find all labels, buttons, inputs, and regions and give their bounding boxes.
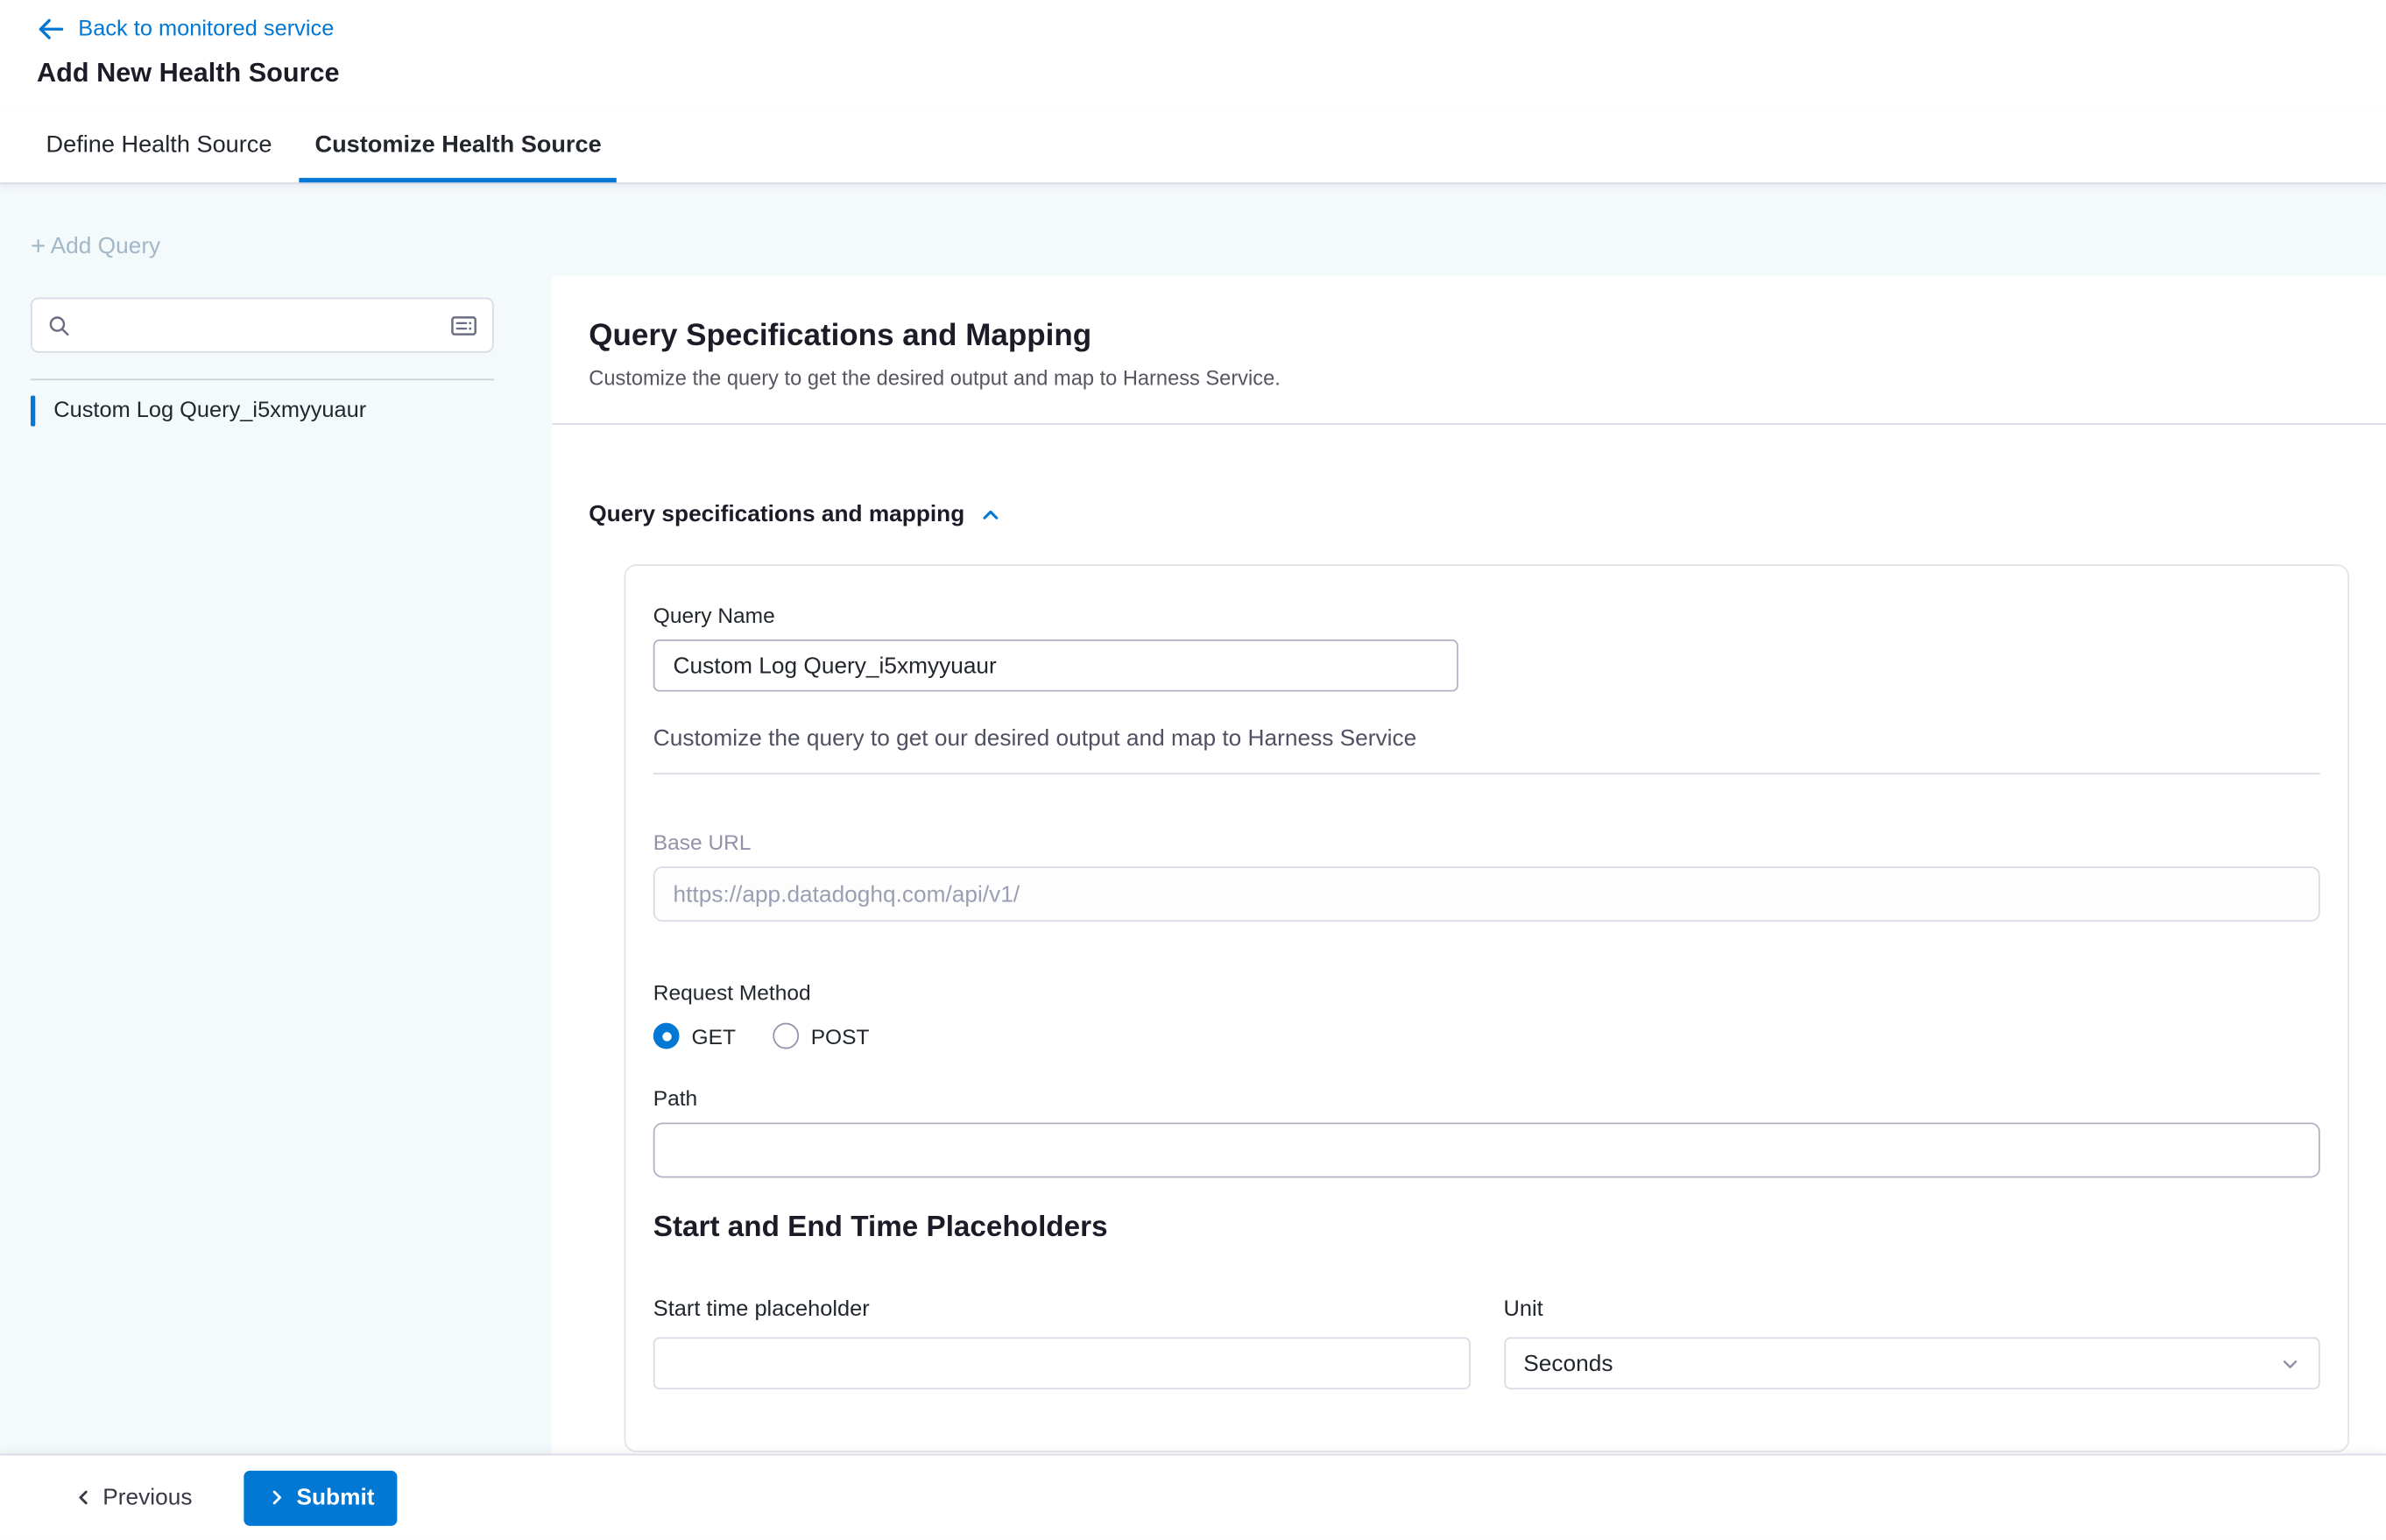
request-method-label: Request Method: [653, 980, 2320, 1005]
form-divider: [653, 773, 2320, 774]
back-nav[interactable]: Back to monitored service: [37, 16, 2349, 44]
query-name-label: Query Name: [653, 603, 2320, 627]
tab-customize-health-source[interactable]: Customize Health Source: [314, 108, 601, 183]
wizard-footer: Previous Submit: [0, 1454, 2386, 1540]
query-sidebar: + Add Query: [0, 184, 552, 1454]
back-to-monitored-service-link[interactable]: Back to monitored service: [78, 17, 334, 41]
unit-select[interactable]: Seconds: [1504, 1338, 2320, 1390]
panel-header: Query Specifications and Mapping Customi…: [552, 276, 2386, 425]
query-list-item-label: Custom Log Query_i5xmyyuaur: [53, 399, 366, 423]
tab-bar: Define Health Source Customize Health So…: [0, 108, 2386, 185]
submit-button-label: Submit: [297, 1485, 375, 1511]
query-name-input[interactable]: [653, 639, 1458, 692]
section-toggle-query-specifications[interactable]: Query specifications and mapping: [589, 501, 2349, 527]
previous-button-label: Previous: [102, 1485, 192, 1511]
path-input[interactable]: [653, 1122, 2320, 1177]
tab-define-health-source[interactable]: Define Health Source: [46, 108, 272, 183]
radio-option-get[interactable]: GET: [653, 1023, 736, 1049]
submit-button[interactable]: Submit: [244, 1470, 398, 1525]
chevron-left-icon: [74, 1487, 94, 1508]
content-area: + Add Query: [0, 184, 2386, 1454]
search-icon: [47, 314, 70, 336]
radio-post-label: POST: [811, 1024, 870, 1049]
query-list-divider: [31, 378, 494, 380]
start-time-label: Start time placeholder: [653, 1297, 1470, 1322]
query-name-help-text: Customize the query to get our desired o…: [653, 725, 2320, 752]
app-window: Back to monitored service Add New Health…: [0, 0, 2386, 1540]
panel-body: Query specifications and mapping Query N…: [552, 425, 2386, 1452]
radio-option-post[interactable]: POST: [773, 1023, 870, 1049]
main-panel: Query Specifications and Mapping Customi…: [552, 276, 2386, 1453]
chevron-down-icon: [2280, 1353, 2300, 1374]
section-toggle-label: Query specifications and mapping: [589, 501, 964, 527]
radio-get-label: GET: [692, 1024, 736, 1049]
chevron-up-icon: [980, 504, 1002, 526]
chevron-right-icon: [267, 1487, 287, 1508]
radio-post-icon[interactable]: [773, 1023, 799, 1049]
unit-select-value: Seconds: [1523, 1350, 1613, 1376]
arrow-left-icon[interactable]: [37, 16, 65, 44]
start-time-input[interactable]: [653, 1338, 1470, 1390]
add-query-button[interactable]: + Add Query: [31, 233, 494, 259]
plus-icon: +: [31, 235, 46, 258]
page-title: Add New Health Source: [37, 57, 2349, 89]
query-list-item[interactable]: Custom Log Query_i5xmyyuaur: [31, 391, 494, 431]
page-header: Back to monitored service Add New Health…: [0, 0, 2386, 108]
previous-button[interactable]: Previous: [74, 1485, 192, 1511]
add-query-label: Add Query: [51, 233, 161, 259]
query-mapping-form: Query Name Customize the query to get ou…: [625, 564, 2349, 1452]
panel-subtitle: Customize the query to get the desired o…: [589, 366, 2349, 389]
request-method-radio-group: GET POST: [653, 1023, 2320, 1049]
path-label: Path: [653, 1085, 2320, 1110]
query-search-input[interactable]: [83, 313, 439, 337]
base-url-input: [653, 866, 2320, 922]
base-url-label: Base URL: [653, 830, 2320, 854]
time-placeholders-heading: Start and End Time Placeholders: [653, 1212, 2320, 1246]
query-search-box: [31, 298, 494, 353]
panel-title: Query Specifications and Mapping: [589, 319, 2349, 354]
radio-get-icon[interactable]: [653, 1023, 680, 1049]
list-view-icon[interactable]: [451, 314, 477, 336]
start-time-column: Start time placeholder: [653, 1297, 1470, 1389]
unit-label: Unit: [1504, 1297, 2320, 1322]
selected-indicator: [31, 396, 35, 427]
time-placeholders-row: Start time placeholder Unit Seconds: [653, 1297, 2320, 1389]
unit-column: Unit Seconds: [1504, 1297, 2320, 1389]
